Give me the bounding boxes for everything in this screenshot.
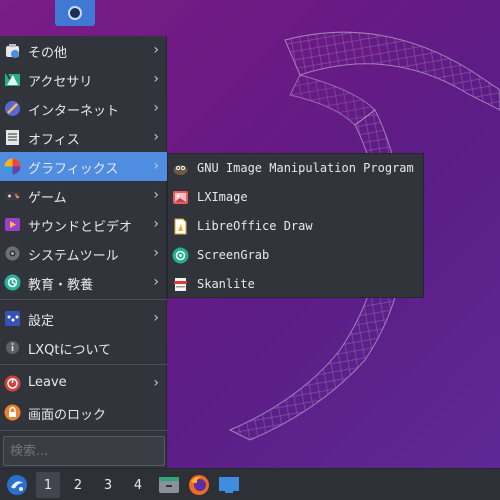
chevron-right-icon: › xyxy=(153,71,159,87)
menu-separator xyxy=(0,364,167,365)
submenu-item-libreoffice-draw[interactable]: LibreOffice Draw xyxy=(168,212,423,241)
lock-icon xyxy=(4,404,21,421)
workspace-4[interactable]: 4 xyxy=(126,472,150,498)
internet-icon xyxy=(4,100,21,117)
show-desktop-icon[interactable] xyxy=(217,473,241,497)
submenu-item-screengrab[interactable]: ScreenGrab xyxy=(168,241,423,270)
file-manager-icon[interactable] xyxy=(157,473,181,497)
menu-item-office[interactable]: オフィス › xyxy=(0,123,167,152)
menu-separator xyxy=(0,430,167,431)
menu-item-leave[interactable]: Leave › xyxy=(0,369,167,398)
firefox-icon[interactable] xyxy=(187,473,211,497)
menu-item-label: 教育・教養 xyxy=(28,278,94,293)
office-icon xyxy=(4,129,21,146)
menu-item-sound-video[interactable]: サウンドとビデオ › xyxy=(0,210,167,239)
menu-item-label: オフィス xyxy=(28,133,80,148)
submenu-item-label: ScreenGrab xyxy=(197,248,270,262)
application-menu: その他 › アクセサリ › インターネット › オフィス › グラフィックス › xyxy=(0,36,167,468)
other-icon xyxy=(4,42,21,59)
sound-video-icon xyxy=(4,216,21,233)
chevron-right-icon: › xyxy=(153,100,159,116)
menu-item-label: ゲーム xyxy=(28,191,67,206)
games-icon xyxy=(4,187,21,204)
system-tools-icon xyxy=(4,245,21,262)
chevron-right-icon: › xyxy=(153,42,159,58)
chevron-right-icon: › xyxy=(153,310,159,326)
chevron-right-icon: › xyxy=(153,129,159,145)
workspace-1[interactable]: 1 xyxy=(36,472,60,498)
graphics-submenu: GNU Image Manipulation Program LXImage L… xyxy=(167,153,424,298)
gimp-icon xyxy=(172,160,189,177)
lximage-icon xyxy=(172,189,189,206)
globe-icon xyxy=(68,6,82,20)
accessories-icon xyxy=(4,71,21,88)
menu-item-settings[interactable]: 設定 › xyxy=(0,304,167,333)
lubuntu-logo-icon xyxy=(7,475,27,495)
libreoffice-draw-icon xyxy=(172,218,189,235)
menu-item-label: グラフィックス xyxy=(28,162,119,177)
submenu-item-skanlite[interactable]: Skanlite xyxy=(168,270,423,299)
menu-item-label: その他 xyxy=(28,46,68,61)
menu-item-label: アクセサリ xyxy=(28,75,93,90)
menu-item-graphics[interactable]: グラフィックス › xyxy=(0,152,167,181)
menu-item-internet[interactable]: インターネット › xyxy=(0,94,167,123)
menu-separator xyxy=(0,299,167,300)
submenu-item-label: GNU Image Manipulation Program xyxy=(197,161,414,175)
chevron-right-icon: › xyxy=(153,245,159,261)
menu-item-system-tools[interactable]: システムツール › xyxy=(0,239,167,268)
submenu-item-label: LXImage xyxy=(197,190,248,204)
menu-item-label: LXQtについて xyxy=(28,343,112,358)
chevron-right-icon: › xyxy=(153,216,159,232)
submenu-item-lximage[interactable]: LXImage xyxy=(168,183,423,212)
menu-item-label: 設定 xyxy=(28,314,55,329)
search-input[interactable] xyxy=(3,436,165,466)
settings-icon xyxy=(4,310,21,327)
chevron-right-icon: › xyxy=(153,158,159,174)
workspace-2[interactable]: 2 xyxy=(66,472,90,498)
graphics-icon xyxy=(4,158,21,175)
submenu-item-gimp[interactable]: GNU Image Manipulation Program xyxy=(168,154,423,183)
skanlite-icon xyxy=(172,276,189,293)
desktop-icon[interactable] xyxy=(55,0,95,26)
chevron-right-icon: › xyxy=(153,187,159,203)
menu-item-lock-screen[interactable]: 画面のロック xyxy=(0,398,167,427)
workspace-3[interactable]: 3 xyxy=(96,472,120,498)
screengrab-icon xyxy=(172,247,189,264)
menu-item-games[interactable]: ゲーム › xyxy=(0,181,167,210)
submenu-item-label: LibreOffice Draw xyxy=(197,219,313,233)
submenu-item-label: Skanlite xyxy=(197,277,255,291)
chevron-right-icon: › xyxy=(153,375,159,391)
menu-item-label: システムツール xyxy=(28,249,119,264)
menu-item-about-lxqt[interactable]: LXQtについて xyxy=(0,333,167,362)
menu-item-label: Leave xyxy=(28,375,67,390)
power-icon xyxy=(4,375,21,392)
education-icon xyxy=(4,274,21,291)
info-icon xyxy=(4,339,21,356)
taskbar: 1 2 3 4 xyxy=(0,468,500,500)
menu-item-label: 画面のロック xyxy=(28,408,107,423)
chevron-right-icon: › xyxy=(153,274,159,290)
start-menu-button[interactable] xyxy=(4,472,30,498)
menu-item-education[interactable]: 教育・教養 › xyxy=(0,268,167,297)
menu-item-label: インターネット xyxy=(28,104,120,119)
menu-item-other[interactable]: その他 › xyxy=(0,36,167,65)
menu-item-accessories[interactable]: アクセサリ › xyxy=(0,65,167,94)
menu-item-label: サウンドとビデオ xyxy=(28,220,133,235)
